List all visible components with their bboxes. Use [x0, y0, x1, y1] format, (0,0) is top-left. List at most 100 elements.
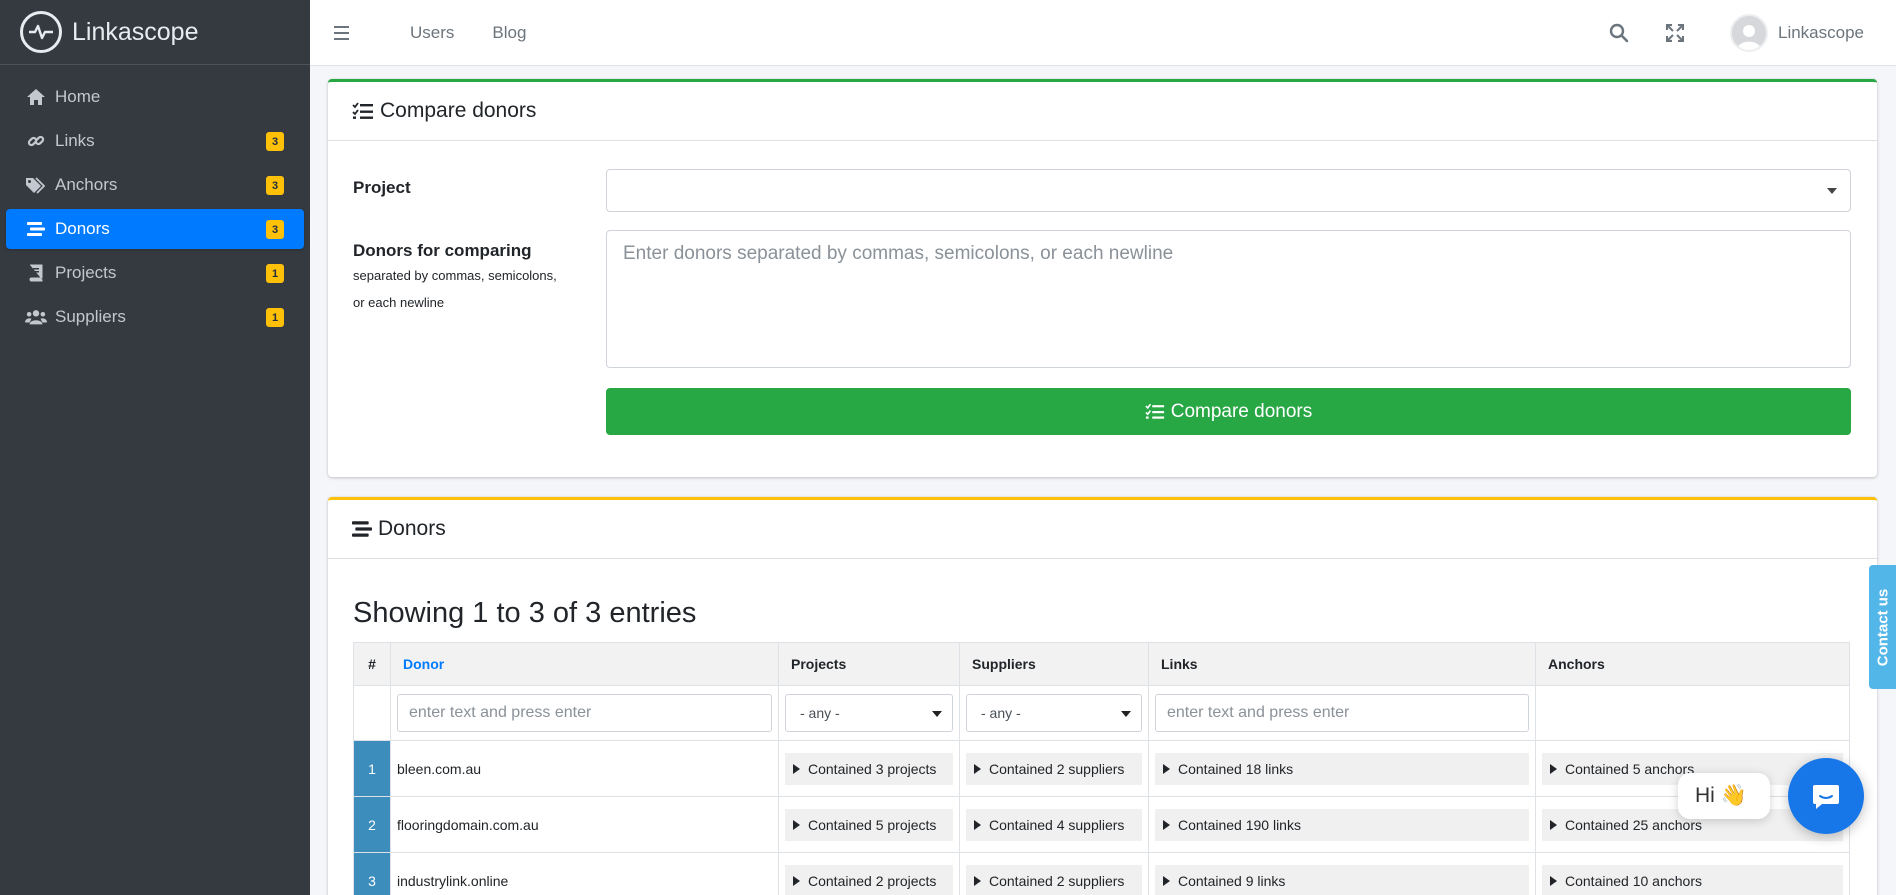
stream-icon — [352, 520, 372, 538]
caret-right-icon — [974, 763, 981, 774]
row-index: 1 — [353, 740, 391, 797]
book-icon — [25, 263, 47, 283]
donors-textarea[interactable] — [606, 230, 1851, 368]
tasks-icon — [1145, 403, 1165, 420]
row-index: 2 — [353, 796, 391, 853]
sidebar-item-suppliers[interactable]: Suppliers 1 — [6, 297, 304, 337]
entries-info: Showing 1 to 3 of 3 entries — [353, 597, 697, 629]
projects-filter-select[interactable]: - any - — [785, 694, 953, 732]
filter-cell: - any - — [959, 685, 1149, 741]
caret-right-icon — [793, 819, 800, 830]
chat-icon — [1813, 785, 1839, 809]
projects-details-toggle[interactable]: Contained 2 projects — [785, 864, 953, 895]
table-row: 3 industrylink.online Contained 2 projec… — [353, 852, 1850, 895]
avatar[interactable] — [1729, 14, 1768, 52]
anchors-details-toggle[interactable]: Contained 10 anchors — [1542, 864, 1843, 895]
brand-logo-icon — [20, 11, 62, 53]
sidebar-item-label: Suppliers — [55, 307, 126, 326]
card-title: Donors — [378, 517, 446, 540]
filter-cell — [390, 685, 779, 741]
donors-help-text: separated by commas, semicolons, or each… — [353, 268, 557, 310]
projects-details-toggle[interactable]: Contained 3 projects — [785, 752, 953, 785]
greeting-text: Hi 👋 — [1695, 784, 1747, 807]
hamburger-menu-icon[interactable] — [334, 25, 368, 40]
compare-donors-button[interactable]: Compare donors — [606, 388, 1851, 435]
filter-cell-empty — [1535, 685, 1850, 741]
caret-right-icon — [793, 875, 800, 886]
caret-right-icon — [1163, 819, 1170, 830]
table-header-row: # Donor Projects Suppliers Links Anchors — [353, 642, 1850, 686]
contact-us-tab[interactable]: Contact us — [1869, 565, 1896, 689]
column-header-donor[interactable]: Donor — [390, 642, 779, 686]
sidebar-badge: 3 — [266, 132, 284, 151]
sidebar-nav: Home Links 3 Anchors 3 Donors 3 Projects… — [0, 65, 310, 337]
caret-right-icon — [1550, 819, 1557, 830]
chat-greeting-bubble[interactable]: Hi 👋 — [1678, 773, 1770, 819]
card-header: Compare donors — [328, 82, 1877, 141]
chat-launcher-button[interactable] — [1788, 758, 1864, 834]
links-details-toggle[interactable]: Contained 190 links — [1155, 808, 1529, 841]
table-row: 1 bleen.com.au Contained 3 projects Cont… — [353, 740, 1850, 797]
topbar-link-blog[interactable]: Blog — [492, 23, 526, 43]
sidebar-item-donors[interactable]: Donors 3 — [6, 209, 304, 249]
donor-cell: flooringdomain.com.au — [390, 796, 779, 853]
sidebar-badge: 1 — [266, 264, 284, 283]
suppliers-details-toggle[interactable]: Contained 2 suppliers — [966, 864, 1142, 895]
topbar-right: Linkascope — [1606, 0, 1864, 66]
links-details-toggle[interactable]: Contained 18 links — [1155, 752, 1529, 785]
caret-right-icon — [1550, 763, 1557, 774]
table-row: 2 flooringdomain.com.au Contained 5 proj… — [353, 796, 1850, 853]
column-header-anchors: Anchors — [1535, 642, 1850, 686]
caret-right-icon — [1163, 763, 1170, 774]
card-title: Compare donors — [380, 99, 537, 122]
donor-cell: bleen.com.au — [390, 740, 779, 797]
sidebar-item-links[interactable]: Links 3 — [6, 121, 304, 161]
sidebar-item-label: Donors — [55, 219, 110, 238]
contact-us-label: Contact us — [1874, 588, 1892, 666]
sidebar-item-label: Links — [55, 131, 95, 150]
home-icon — [25, 87, 47, 107]
caret-down-icon — [1827, 188, 1837, 194]
row-index: 3 — [353, 852, 391, 895]
filter-cell-empty — [353, 685, 391, 741]
project-select[interactable] — [606, 169, 1851, 212]
topbar-link-users[interactable]: Users — [410, 23, 454, 43]
filter-cell: - any - — [778, 685, 960, 741]
users-icon — [25, 307, 47, 327]
caret-right-icon — [974, 819, 981, 830]
sidebar: Linkascope Home Links 3 Anchors 3 Donors… — [0, 0, 310, 895]
caret-right-icon — [1163, 875, 1170, 886]
column-header-links: Links — [1148, 642, 1536, 686]
donors-label: Donors for comparing — [353, 241, 532, 260]
column-header-suppliers: Suppliers — [959, 642, 1149, 686]
compare-donors-card: Compare donors Project Donors for compar… — [328, 79, 1877, 477]
sidebar-item-anchors[interactable]: Anchors 3 — [6, 165, 304, 205]
suppliers-filter-select[interactable]: - any - — [966, 694, 1142, 732]
column-header-index: # — [353, 642, 391, 686]
topbar: Users Blog Linkascope — [310, 0, 1896, 66]
sidebar-item-label: Anchors — [55, 175, 118, 194]
compare-button-label: Compare donors — [1170, 400, 1313, 422]
suppliers-details-toggle[interactable]: Contained 4 suppliers — [966, 808, 1142, 841]
filter-cell — [1148, 685, 1536, 741]
sidebar-item-projects[interactable]: Projects 1 — [6, 253, 304, 293]
links-filter-input[interactable] — [1155, 694, 1529, 732]
caret-right-icon — [974, 875, 981, 886]
links-details-toggle[interactable]: Contained 9 links — [1155, 864, 1529, 895]
suppliers-details-toggle[interactable]: Contained 2 suppliers — [966, 752, 1142, 785]
column-header-projects: Projects — [778, 642, 960, 686]
fullscreen-icon[interactable] — [1662, 20, 1688, 46]
donor-cell: industrylink.online — [390, 852, 779, 895]
projects-details-toggle[interactable]: Contained 5 projects — [785, 808, 953, 841]
card-header: Donors — [328, 500, 1877, 559]
donor-filter-input[interactable] — [397, 694, 772, 732]
sidebar-item-home[interactable]: Home — [6, 77, 304, 117]
brand[interactable]: Linkascope — [0, 0, 310, 65]
sidebar-item-label: Home — [55, 87, 101, 106]
stream-icon — [25, 219, 47, 239]
sidebar-badge: 3 — [266, 220, 284, 239]
search-icon[interactable] — [1606, 20, 1632, 46]
user-name[interactable]: Linkascope — [1778, 23, 1864, 43]
filter-row: - any - - any - — [353, 685, 1850, 741]
donors-card: Donors Showing 1 to 3 of 3 entries # Don… — [328, 497, 1877, 895]
